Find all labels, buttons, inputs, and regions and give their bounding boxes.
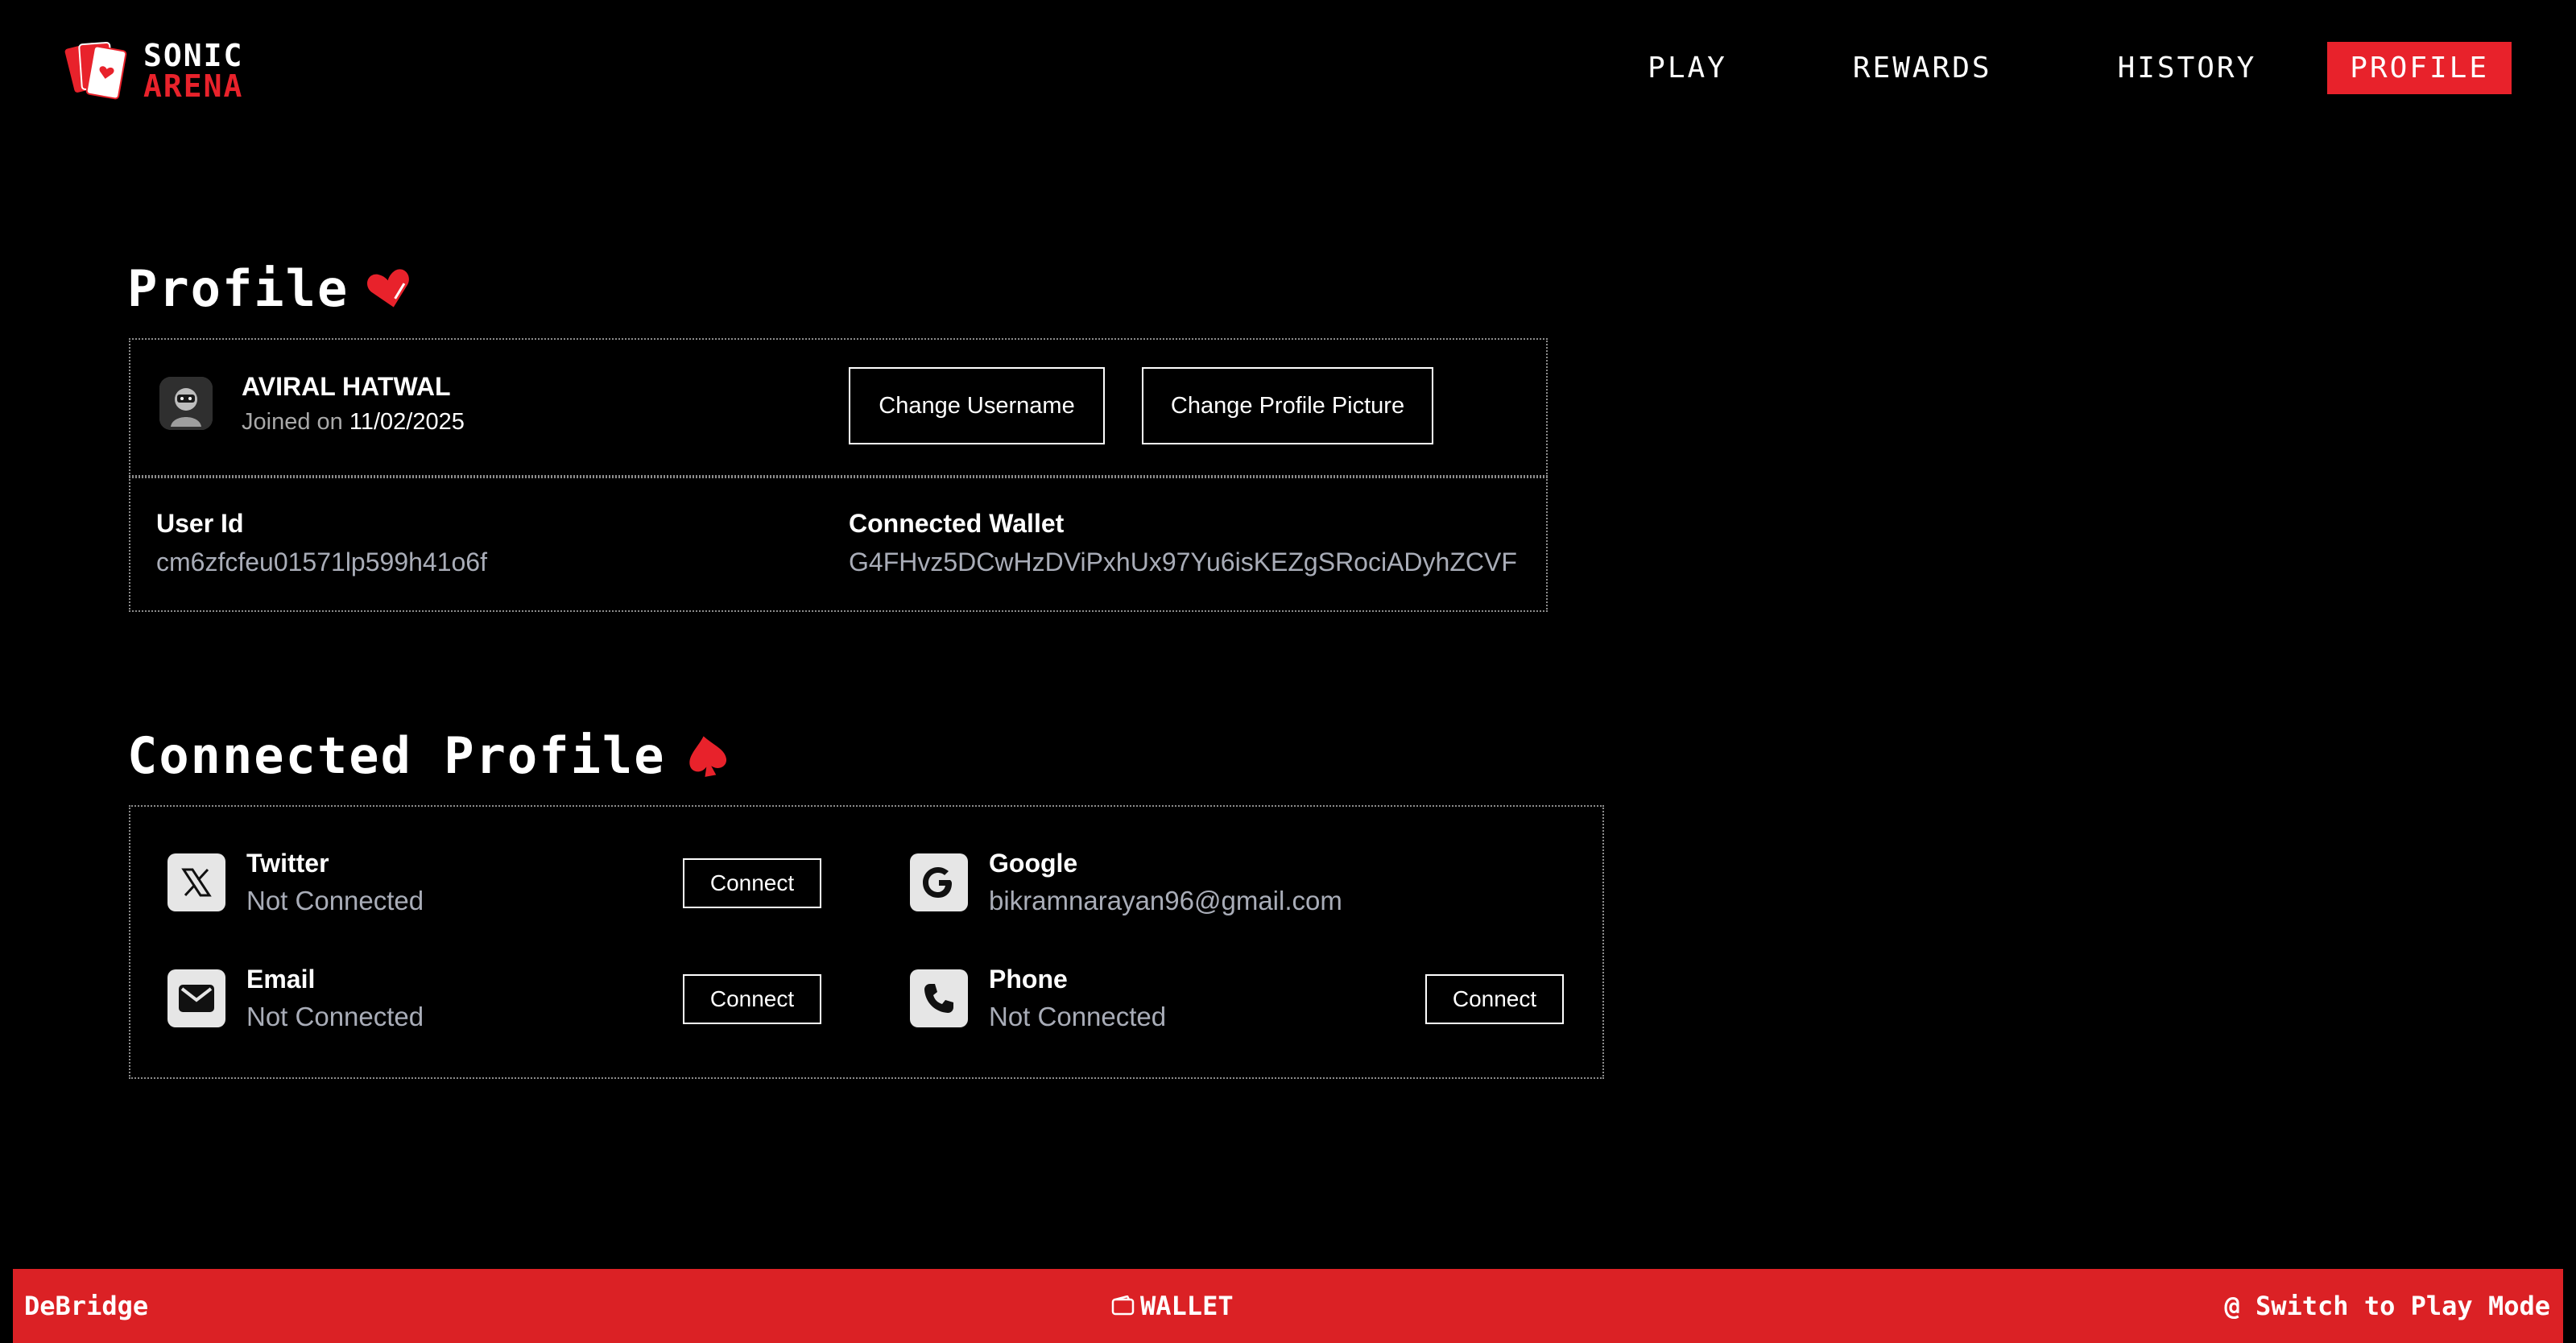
email-connect-button[interactable]: Connect bbox=[683, 974, 821, 1024]
twitter-connect-button[interactable]: Connect bbox=[683, 858, 821, 908]
switch-to-play-mode-button[interactable]: @ Switch to Play Mode bbox=[2224, 1291, 2550, 1321]
user-name: AVIRAL HATWAL bbox=[242, 372, 451, 401]
x-icon bbox=[167, 853, 225, 911]
joined-date: Joined on 11/02/2025 bbox=[242, 409, 465, 436]
nav-play[interactable]: PLAY bbox=[1625, 42, 1750, 94]
google-email: bikramnarayan96@gmail.com bbox=[989, 886, 1342, 915]
google-icon bbox=[910, 853, 968, 911]
profile-title: Profile bbox=[127, 259, 349, 318]
phone-name: Phone bbox=[989, 965, 1068, 994]
phone-icon bbox=[910, 969, 968, 1027]
change-username-button[interactable]: Change Username bbox=[849, 367, 1105, 444]
user-id-value: cm6zfcfeu01571lp599h41o6f bbox=[156, 548, 487, 576]
user-id-label: User Id bbox=[156, 509, 244, 538]
connected-profile-heading: Connected Profile bbox=[127, 726, 730, 785]
nav-profile[interactable]: PROFILE bbox=[2327, 42, 2512, 94]
phone-connect-button[interactable]: Connect bbox=[1425, 974, 1564, 1024]
wallet-value: G4FHvz5DCwHzDViPxhUx97Yu6isKEZgSRociADyh… bbox=[849, 548, 1517, 576]
nav-rewards[interactable]: REWARDS bbox=[1830, 42, 2015, 94]
logo[interactable]: SONIC ARENA bbox=[64, 37, 243, 105]
wallet-button[interactable]: WALLET bbox=[1111, 1291, 1234, 1321]
twitter-name: Twitter bbox=[246, 849, 329, 878]
change-profile-picture-button[interactable]: Change Profile Picture bbox=[1142, 367, 1433, 444]
logo-line-1: SONIC bbox=[143, 38, 244, 73]
footer-bar: DeBridge WALLET @ Switch to Play Mode bbox=[13, 1269, 2563, 1343]
debridge-link[interactable]: DeBridge bbox=[24, 1291, 148, 1321]
profile-heading: Profile bbox=[127, 259, 413, 318]
twitter-status: Not Connected bbox=[246, 886, 424, 915]
nav-history[interactable]: HISTORY bbox=[2095, 42, 2280, 94]
logo-line-2: ARENA bbox=[143, 68, 244, 104]
joined-date-value: 11/02/2025 bbox=[349, 409, 465, 435]
profile-summary-card: AVIRAL HATWAL Joined on 11/02/2025 Chang… bbox=[129, 338, 1548, 477]
joined-prefix: Joined on bbox=[242, 409, 343, 435]
spade-icon bbox=[688, 735, 726, 777]
profile-details-card: User Id cm6zfcfeu01571lp599h41o6f Connec… bbox=[129, 477, 1548, 612]
wallet-label: WALLET bbox=[1140, 1291, 1234, 1321]
heart-icon bbox=[367, 269, 410, 307]
mail-icon bbox=[167, 969, 225, 1027]
phone-status: Not Connected bbox=[989, 1002, 1167, 1031]
email-status: Not Connected bbox=[246, 1002, 424, 1031]
top-nav: PLAY REWARDS HISTORY PROFILE bbox=[1544, 42, 2512, 94]
avatar[interactable] bbox=[159, 377, 213, 430]
wallet-icon bbox=[1111, 1295, 1135, 1316]
wallet-label: Connected Wallet bbox=[849, 509, 1065, 538]
connected-profile-title: Connected Profile bbox=[127, 726, 666, 785]
avatar-image bbox=[159, 377, 213, 430]
connected-profiles-card: Twitter Not Connected Connect Google bik… bbox=[129, 805, 1604, 1079]
email-name: Email bbox=[246, 965, 316, 994]
cards-logo-icon bbox=[64, 42, 127, 100]
google-name: Google bbox=[989, 849, 1078, 878]
page: SONIC ARENA PLAY REWARDS HISTORY PROFILE… bbox=[0, 0, 2576, 1343]
